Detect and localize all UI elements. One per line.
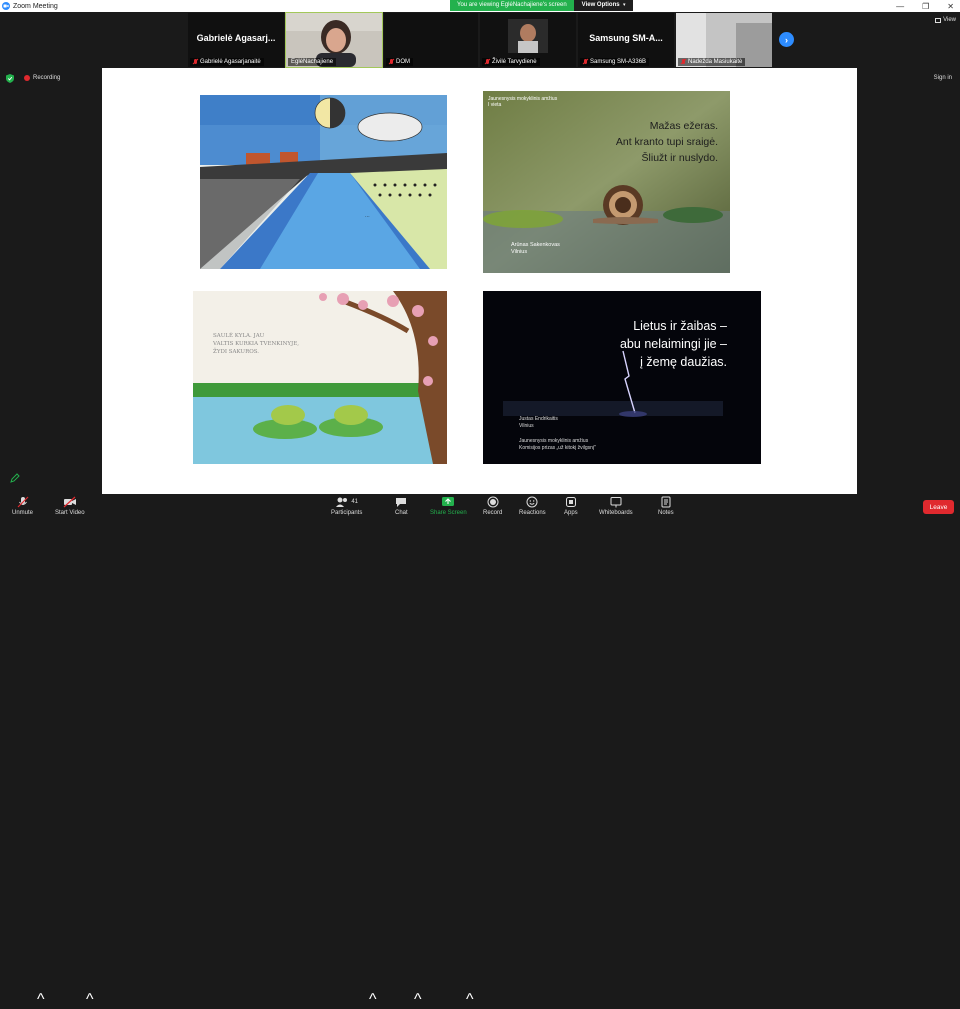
frogs-poem: SAULĖ KYLA. JAU VALTIS KURKIA TVENKINYJE…	[213, 333, 299, 355]
zoom-logo-icon	[2, 2, 10, 10]
window-title: Zoom Meeting	[13, 2, 58, 10]
participant-tile[interactable]: Živilė Tarvydienė	[480, 13, 576, 67]
participant-name-bar: Živilė Tarvydienė	[482, 58, 540, 66]
view-button[interactable]: View	[935, 17, 956, 23]
viewing-status: You are viewing EglėNachajiene's screen	[450, 0, 574, 11]
apps-icon	[565, 497, 576, 507]
mic-muted-icon	[583, 59, 588, 65]
whiteboards-button[interactable]: Whiteboards	[599, 496, 633, 516]
artwork-photo-lightning: Lietus ir žaibas – abu nelaimingi jie – …	[483, 291, 761, 464]
shield-icon[interactable]	[6, 74, 14, 83]
participant-big-name: Gabrielė Agasarj...	[196, 33, 276, 43]
svg-text:...: ...	[365, 213, 370, 219]
lightning-haiku: Lietus ir žaibas – abu nelaimingi jie – …	[619, 319, 727, 369]
minimize-button[interactable]: —	[896, 2, 904, 11]
shared-screen: ... Jaunesnysis mokyklinis amžius I viet…	[102, 68, 857, 494]
chevron-right-icon: ›	[785, 34, 788, 45]
participant-strip: Gabrielė Agasarj... Gabrielė Agasarjanai…	[0, 12, 960, 68]
mic-muted-icon	[193, 59, 198, 65]
chat-icon	[396, 498, 407, 507]
unmute-button[interactable]: Unmute	[12, 496, 33, 516]
record-button[interactable]: Record	[483, 496, 502, 516]
chat-button[interactable]: Chat	[395, 496, 408, 516]
record-dot-icon	[24, 75, 30, 81]
participants-count: 41	[351, 499, 359, 505]
chevron-up-icon[interactable]: ^	[86, 991, 94, 1009]
participant-name-bar: EglėNachajiene	[288, 58, 337, 66]
whiteboard-icon	[610, 497, 622, 508]
participant-name-bar: Gabrielė Agasarjanaitė	[190, 58, 264, 66]
artwork-photo-snail: Jaunesnysis mokyklinis amžius I vieta Ma…	[483, 91, 730, 273]
chevron-up-icon[interactable]: ^	[466, 991, 474, 1009]
artwork-painting-frogs: SAULĖ KYLA. JAU VALTIS KURKIA TVENKINYJE…	[193, 291, 447, 464]
mic-muted-icon	[485, 59, 490, 65]
smiley-icon	[526, 496, 538, 508]
notes-icon	[661, 496, 671, 508]
reactions-button[interactable]: Reactions	[519, 496, 546, 516]
participant-tile[interactable]: Gabrielė Agasarj... Gabrielė Agasarjanai…	[188, 13, 284, 67]
recording-indicator[interactable]: Recording	[24, 75, 60, 81]
share-screen-button[interactable]: Share Screen	[430, 496, 467, 516]
participant-tile[interactable]: Nadežda Masiukaitė	[676, 13, 772, 67]
artwork-painting-road: ...	[200, 95, 447, 269]
participant-tile[interactable]: Samsung SM-A... Samsung SM-A336B	[578, 13, 674, 67]
chevron-down-icon: ▾	[621, 2, 626, 8]
lightning-author: Justas Endrikaitis Vilnius	[519, 416, 558, 429]
grid-view-icon	[935, 17, 942, 23]
participant-tile-active[interactable]: EglėNachajiene	[285, 12, 383, 68]
annotate-pen-icon[interactable]	[10, 473, 20, 483]
close-button[interactable]: ✕	[947, 2, 954, 11]
share-screen-icon	[442, 497, 455, 506]
snail-haiku: Mažas ežeras. Ant kranto tupi sraigė. Šl…	[615, 120, 718, 164]
participant-name-bar: Nadežda Masiukaitė	[678, 58, 746, 66]
apps-button[interactable]: Apps	[564, 496, 578, 516]
participant-name-bar: Samsung SM-A336B	[580, 58, 650, 66]
view-options-button[interactable]: View Options ▾	[573, 0, 634, 11]
mic-off-icon	[17, 496, 28, 508]
chevron-up-icon[interactable]: ^	[414, 991, 422, 1009]
sign-in-link[interactable]: Sign in	[934, 75, 952, 81]
restore-button[interactable]: ❐	[922, 2, 929, 11]
mic-muted-icon	[389, 59, 394, 65]
video-off-icon	[63, 496, 76, 508]
record-icon	[487, 496, 499, 508]
mic-muted-icon	[681, 59, 686, 65]
snail-caption-category: Jaunesnysis mokyklinis amžius I vieta	[488, 96, 558, 108]
painting-road-image: ...	[200, 95, 447, 269]
leave-button[interactable]: Leave	[923, 500, 954, 514]
participant-big-name: Samsung SM-A...	[589, 33, 663, 43]
snail-author: Arūnas Sakenkovas Vilnius	[511, 242, 560, 255]
screen-share-banner: You are viewing EglėNachajiene's screen …	[450, 0, 634, 11]
lightning-award: Jaunesnysis mokyklinis amžius Komisijos …	[519, 438, 596, 451]
frogs-painting-image	[193, 291, 447, 464]
participant-name-bar: DOM	[386, 58, 413, 66]
participants-button[interactable]: 41 Participants	[331, 496, 362, 516]
start-video-button[interactable]: Start Video	[55, 496, 85, 516]
chevron-up-icon[interactable]: ^	[369, 991, 377, 1009]
next-page-button[interactable]: ›	[779, 32, 794, 47]
participant-tile[interactable]: DOM	[384, 13, 478, 67]
notes-button[interactable]: Notes	[658, 496, 674, 516]
chevron-up-icon[interactable]: ^	[37, 991, 45, 1009]
meeting-toolbar: Unmute ^ Start Video ^ 41 Participants ^…	[0, 494, 960, 1008]
participants-icon	[336, 497, 348, 507]
